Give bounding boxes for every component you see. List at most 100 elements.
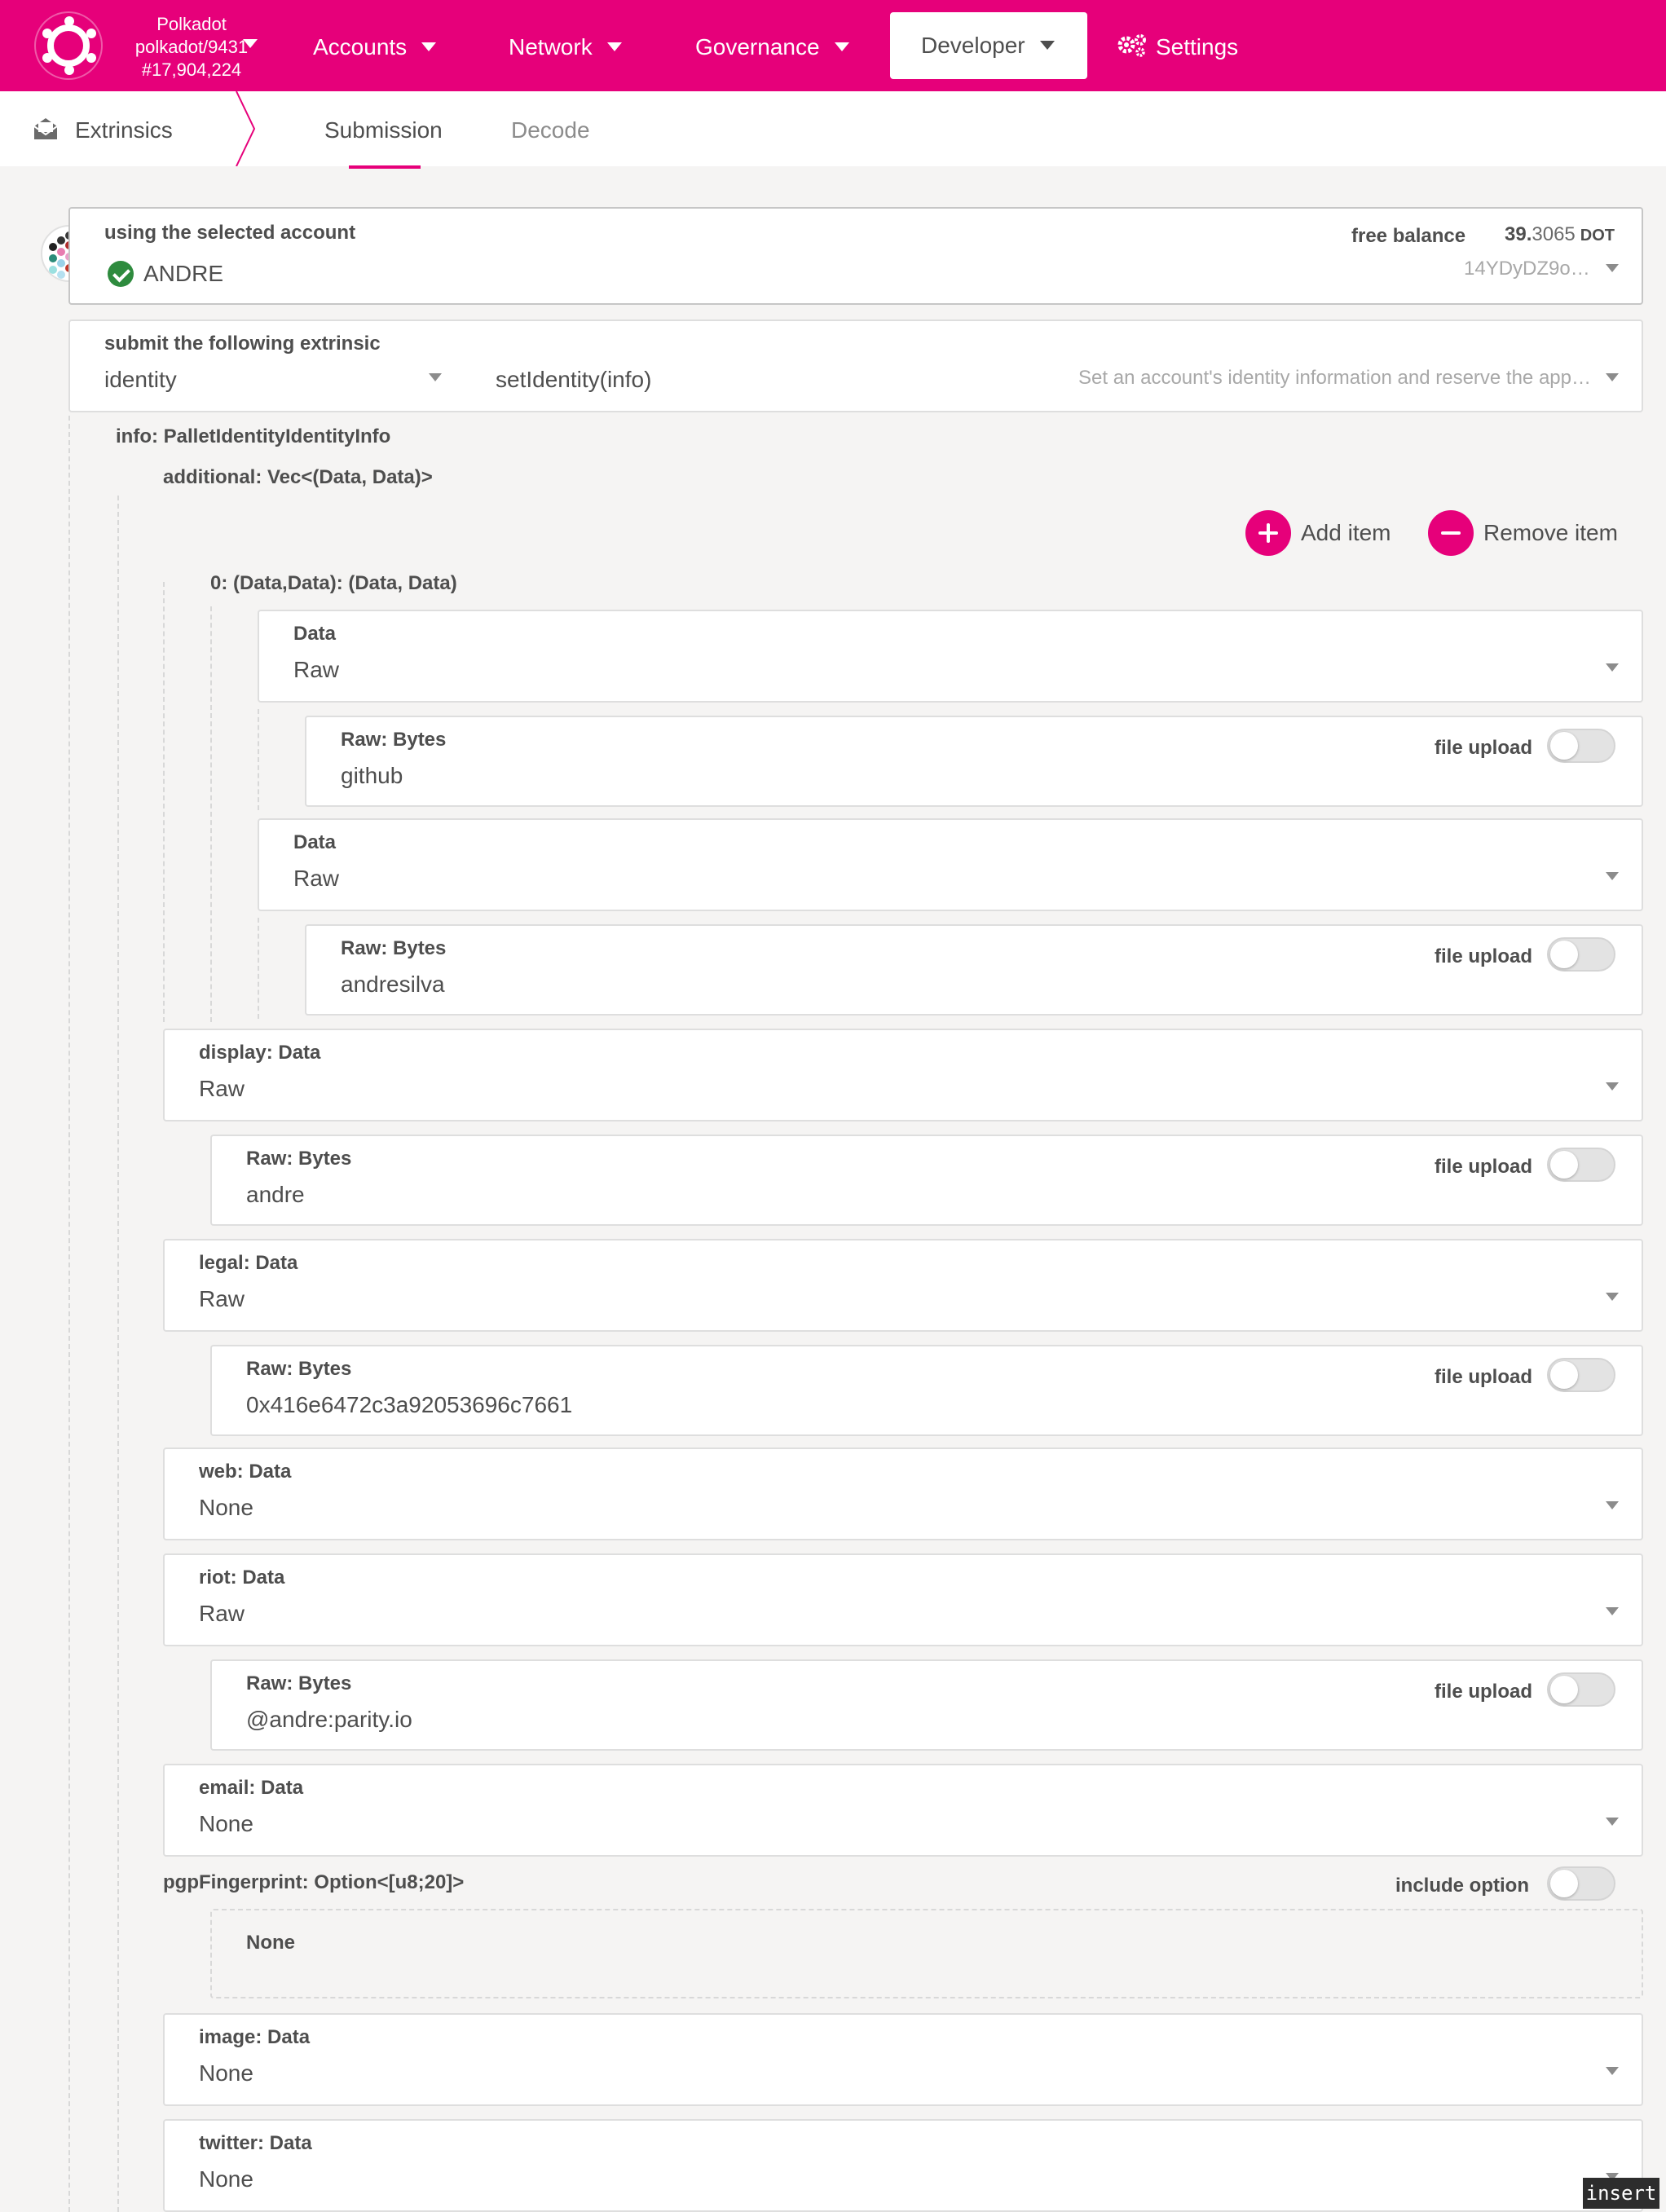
raw-bytes-value[interactable]: github bbox=[341, 763, 403, 789]
active-tab-indicator bbox=[349, 165, 421, 169]
file-upload-toggle[interactable] bbox=[1547, 729, 1615, 763]
image-label: image: Data bbox=[199, 2026, 311, 2048]
web-data-select[interactable]: web: Data None bbox=[163, 1447, 1643, 1540]
data-type-label: Data bbox=[293, 831, 337, 853]
raw-bytes-value[interactable]: andre bbox=[246, 1182, 305, 1208]
tab-decode[interactable]: Decode bbox=[511, 91, 590, 166]
twitter-label: twitter: Data bbox=[199, 2132, 312, 2154]
nav-settings[interactable]: Settings bbox=[1117, 0, 1238, 91]
tab-submission[interactable]: Submission bbox=[324, 91, 443, 166]
riot-type-value: Raw bbox=[199, 1601, 245, 1626]
web-label: web: Data bbox=[199, 1461, 292, 1483]
raw-bytes-value[interactable]: @andre:parity.io bbox=[246, 1707, 412, 1733]
call-description: Set an account's identity information an… bbox=[1078, 367, 1591, 389]
chevron-down-icon bbox=[606, 42, 622, 52]
chevron-down-icon[interactable] bbox=[1606, 373, 1619, 381]
breadcrumb-arrow-icon bbox=[236, 91, 256, 166]
pallet-select[interactable]: identity bbox=[104, 367, 177, 393]
section-extrinsics: Extrinsics bbox=[33, 91, 173, 166]
top-navbar: Polkadot polkadot/9431 #17,904,224 Accou… bbox=[0, 0, 1666, 91]
info-param-label: info: PalletIdentityIdentityInfo bbox=[116, 425, 391, 447]
include-option-toggle[interactable] bbox=[1547, 1866, 1615, 1901]
nav-developer-label: Developer bbox=[921, 33, 1025, 58]
tree-guide-line bbox=[258, 918, 259, 1019]
chevron-down-icon bbox=[1606, 2067, 1619, 2075]
file-upload-toggle[interactable] bbox=[1547, 1358, 1615, 1392]
include-option-label: include option bbox=[1395, 1875, 1529, 1897]
balance-unit: DOT bbox=[1580, 227, 1615, 245]
polkadot-logo-icon[interactable] bbox=[34, 11, 103, 80]
chevron-down-icon[interactable] bbox=[429, 373, 442, 381]
riot-label: riot: Data bbox=[199, 1566, 285, 1588]
block-number: #17,904,224 bbox=[141, 59, 242, 80]
file-upload-label: file upload bbox=[1435, 1681, 1532, 1703]
nav-accounts-label: Accounts bbox=[313, 34, 408, 59]
data-type-value: Raw bbox=[293, 657, 340, 682]
legal-type-value: Raw bbox=[199, 1286, 245, 1311]
display-label: display: Data bbox=[199, 1042, 321, 1064]
email-data-select[interactable]: email: Data None bbox=[163, 1764, 1643, 1857]
chevron-down-icon bbox=[1606, 1293, 1619, 1301]
display-type-value: Raw bbox=[199, 1076, 245, 1101]
option-none-box: None bbox=[210, 1909, 1643, 1998]
nav-governance-label: Governance bbox=[695, 34, 820, 59]
raw-bytes-field[interactable]: Raw: Bytes github file upload bbox=[305, 716, 1643, 807]
file-upload-label: file upload bbox=[1435, 737, 1532, 759]
file-upload-label: file upload bbox=[1435, 1156, 1532, 1178]
chain-name: Polkadot bbox=[156, 14, 227, 34]
raw-bytes-label: Raw: Bytes bbox=[341, 937, 447, 959]
legal-label: legal: Data bbox=[199, 1252, 298, 1274]
chevron-down-icon bbox=[834, 42, 849, 52]
display-data-select[interactable]: display: Data Raw bbox=[163, 1029, 1643, 1121]
data-type-value: Raw bbox=[293, 866, 340, 891]
account-selector-label: using the selected account bbox=[104, 222, 356, 244]
minus-icon bbox=[1428, 510, 1474, 556]
file-upload-toggle[interactable] bbox=[1547, 1148, 1615, 1182]
data-type-select[interactable]: Data Raw bbox=[258, 610, 1643, 703]
riot-data-select[interactable]: riot: Data Raw bbox=[163, 1553, 1643, 1646]
chevron-down-icon bbox=[1606, 1501, 1619, 1509]
nav-developer[interactable]: Developer bbox=[890, 12, 1087, 79]
web-type-value: None bbox=[199, 1495, 253, 1520]
image-data-select[interactable]: image: Data None bbox=[163, 2013, 1643, 2106]
nav-network-label: Network bbox=[509, 34, 593, 59]
sub-navbar: Extrinsics Submission Decode bbox=[0, 91, 1666, 166]
raw-bytes-field[interactable]: Raw: Bytes andre file upload bbox=[210, 1135, 1643, 1226]
insert-mode-indicator: insert bbox=[1583, 2178, 1659, 2209]
nav-accounts[interactable]: Accounts bbox=[313, 0, 437, 91]
file-upload-label: file upload bbox=[1435, 1366, 1532, 1388]
add-item-label: Add item bbox=[1301, 520, 1391, 545]
nav-governance[interactable]: Governance bbox=[695, 0, 849, 91]
balance-decimal: 3065 bbox=[1532, 223, 1576, 245]
legal-data-select[interactable]: legal: Data Raw bbox=[163, 1239, 1643, 1332]
email-type-value: None bbox=[199, 1811, 253, 1836]
remove-item-label: Remove item bbox=[1483, 520, 1618, 545]
account-selector[interactable]: using the selected account ANDRE free ba… bbox=[68, 207, 1643, 305]
raw-bytes-label: Raw: Bytes bbox=[246, 1358, 352, 1380]
chevron-down-icon bbox=[421, 42, 437, 52]
data-type-select[interactable]: Data Raw bbox=[258, 818, 1643, 911]
data-type-label: Data bbox=[293, 623, 337, 645]
add-item-button[interactable]: Add item bbox=[1245, 510, 1391, 556]
raw-bytes-field[interactable]: Raw: Bytes 0x416e6472c3a92053696c7661 fi… bbox=[210, 1345, 1643, 1436]
section-extrinsics-label: Extrinsics bbox=[75, 117, 173, 143]
raw-bytes-value[interactable]: 0x416e6472c3a92053696c7661 bbox=[246, 1392, 572, 1418]
additional-param-label: additional: Vec<(Data, Data)> bbox=[163, 466, 433, 488]
image-type-value: None bbox=[199, 2060, 253, 2086]
remove-item-button[interactable]: Remove item bbox=[1428, 510, 1618, 556]
call-select[interactable]: setIdentity(info) bbox=[496, 367, 651, 393]
raw-bytes-field[interactable]: Raw: Bytes andresilva file upload bbox=[305, 924, 1643, 1016]
chevron-down-icon bbox=[1606, 1082, 1619, 1091]
file-upload-toggle[interactable] bbox=[1547, 937, 1615, 972]
raw-bytes-field[interactable]: Raw: Bytes @andre:parity.io file upload bbox=[210, 1659, 1643, 1751]
nav-network[interactable]: Network bbox=[509, 0, 622, 91]
nav-settings-label: Settings bbox=[1156, 34, 1239, 59]
raw-bytes-label: Raw: Bytes bbox=[341, 729, 447, 751]
check-circle-icon bbox=[108, 261, 134, 287]
chevron-down-icon[interactable] bbox=[243, 39, 258, 48]
pgp-fingerprint-label: pgpFingerprint: Option<[u8;20]> bbox=[163, 1871, 465, 1893]
tree-guide-line bbox=[258, 709, 259, 810]
file-upload-toggle[interactable] bbox=[1547, 1672, 1615, 1707]
raw-bytes-value[interactable]: andresilva bbox=[341, 972, 445, 998]
twitter-data-select[interactable]: twitter: Data None bbox=[163, 2119, 1643, 2212]
